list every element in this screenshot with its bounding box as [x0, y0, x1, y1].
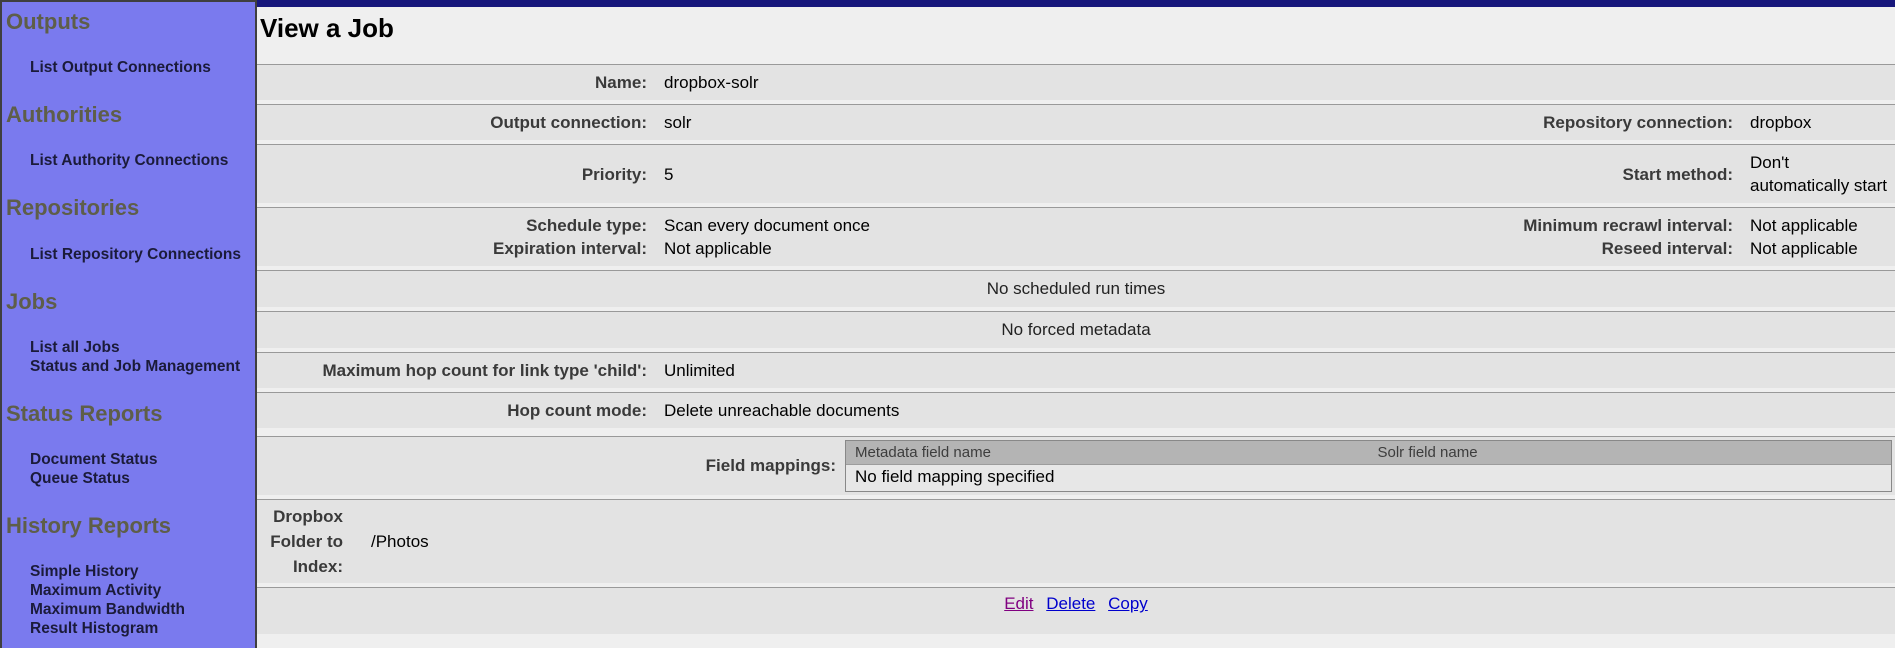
- row-priority: Priority: 5 Start method: Don't automati…: [257, 144, 1895, 203]
- navigation-sidebar: Outputs List Output Connections Authorit…: [0, 0, 257, 648]
- main-content: View a Job Name: dropbox-solr Output con…: [257, 7, 1895, 648]
- row-no-forced-metadata: No forced metadata: [257, 311, 1895, 348]
- nav-section-history-reports: History Reports Simple History Maximum A…: [2, 514, 255, 638]
- row-schedule: Schedule type: Expiration interval: Scan…: [257, 207, 1895, 266]
- page-title: View a Job: [260, 13, 1895, 44]
- row-dropbox-folder: Dropbox Folder to Index: /Photos: [257, 499, 1895, 583]
- nav-header-history-reports: History Reports: [6, 514, 255, 538]
- sidebar-item-list-authority-connections[interactable]: List Authority Connections: [30, 151, 255, 170]
- job-view-table: Name: dropbox-solr Output connection: so…: [257, 64, 1895, 634]
- nav-header-status-reports: Status Reports: [6, 402, 255, 426]
- nav-header-authorities: Authorities: [6, 103, 255, 127]
- sidebar-item-list-output-connections[interactable]: List Output Connections: [30, 58, 255, 77]
- min-recrawl-value: Not applicable: [1750, 214, 1891, 237]
- row-name: Name: dropbox-solr: [257, 64, 1895, 100]
- name-label: Name:: [257, 71, 647, 94]
- nav-section-status-reports: Status Reports Document Status Queue Sta…: [2, 402, 255, 488]
- nav-section-jobs: Jobs List all Jobs Status and Job Manage…: [2, 290, 255, 376]
- delete-link[interactable]: Delete: [1046, 594, 1095, 613]
- row-field-mappings: Field mappings: Metadata field name Solr…: [257, 436, 1895, 495]
- nav-header-repositories: Repositories: [6, 196, 255, 220]
- sidebar-item-list-all-jobs[interactable]: List all Jobs: [30, 338, 255, 357]
- row-hop-mode: Hop count mode: Delete unreachable docum…: [257, 392, 1895, 428]
- output-connection-label: Output connection:: [257, 111, 647, 134]
- recrawl-labels: Minimum recrawl interval: Reseed interva…: [1147, 214, 1733, 260]
- repository-connection-label: Repository connection:: [1147, 111, 1733, 134]
- sidebar-item-queue-status[interactable]: Queue Status: [30, 469, 255, 488]
- dropbox-folder-value: /Photos: [343, 532, 429, 552]
- field-mappings-table: Metadata field name Solr field name No f…: [845, 440, 1892, 492]
- sidebar-item-list-repository-connections[interactable]: List Repository Connections: [30, 245, 255, 264]
- nav-section-repositories: Repositories List Repository Connections: [2, 196, 255, 263]
- sidebar-item-maximum-activity[interactable]: Maximum Activity: [30, 581, 255, 600]
- start-method-label: Start method:: [1147, 163, 1733, 186]
- nav-header-jobs: Jobs: [6, 290, 255, 314]
- no-schedule-message: No scheduled run times: [257, 277, 1895, 301]
- sidebar-item-result-histogram[interactable]: Result Histogram: [30, 619, 255, 638]
- field-mappings-label: Field mappings:: [257, 456, 845, 476]
- sidebar-item-simple-history[interactable]: Simple History: [30, 562, 255, 581]
- schedule-values: Scan every document once Not applicable: [647, 214, 1147, 260]
- recrawl-values: Not applicable Not applicable: [1733, 214, 1895, 260]
- sidebar-item-status-and-job-management[interactable]: Status and Job Management: [30, 357, 255, 376]
- solr-field-name-header: Solr field name: [1369, 441, 1892, 464]
- min-recrawl-label: Minimum recrawl interval:: [1147, 214, 1733, 237]
- schedule-type-value: Scan every document once: [664, 214, 1147, 237]
- row-no-schedule: No scheduled run times: [257, 270, 1895, 307]
- start-method-value: Don't automatically start: [1733, 151, 1895, 197]
- priority-label: Priority:: [257, 163, 647, 186]
- schedule-labels: Schedule type: Expiration interval:: [257, 214, 647, 260]
- reseed-interval-label: Reseed interval:: [1147, 237, 1733, 260]
- row-actions: Edit Delete Copy: [257, 587, 1895, 634]
- row-hop-count: Maximum hop count for link type 'child':…: [257, 352, 1895, 388]
- metadata-field-name-header: Metadata field name: [846, 441, 1369, 464]
- repository-connection-value: dropbox: [1733, 111, 1895, 134]
- name-value: dropbox-solr: [647, 71, 1147, 94]
- row-connections: Output connection: solr Repository conne…: [257, 104, 1895, 140]
- top-accent-bar: [257, 0, 1895, 7]
- edit-link[interactable]: Edit: [1004, 594, 1033, 613]
- no-field-mapping-message: No field mapping specified: [846, 465, 1891, 491]
- nav-section-outputs: Outputs List Output Connections: [2, 10, 255, 77]
- dropbox-folder-label: Dropbox Folder to Index:: [257, 504, 343, 579]
- hop-mode-value: Delete unreachable documents: [647, 399, 1147, 422]
- copy-link[interactable]: Copy: [1108, 594, 1148, 613]
- field-mappings-header: Metadata field name Solr field name: [846, 441, 1891, 465]
- priority-value: 5: [647, 163, 1147, 186]
- reseed-interval-value: Not applicable: [1750, 237, 1891, 260]
- schedule-type-label: Schedule type:: [257, 214, 647, 237]
- hop-count-label: Maximum hop count for link type 'child':: [257, 359, 647, 382]
- no-forced-metadata-message: No forced metadata: [257, 318, 1895, 342]
- sidebar-item-document-status[interactable]: Document Status: [30, 450, 255, 469]
- nav-section-authorities: Authorities List Authority Connections: [2, 103, 255, 170]
- nav-header-outputs: Outputs: [6, 10, 255, 34]
- hop-mode-label: Hop count mode:: [257, 399, 647, 422]
- hop-count-value: Unlimited: [647, 359, 1147, 382]
- sidebar-item-maximum-bandwidth[interactable]: Maximum Bandwidth: [30, 600, 255, 619]
- expiration-interval-label: Expiration interval:: [257, 237, 647, 260]
- expiration-interval-value: Not applicable: [664, 237, 1147, 260]
- output-connection-value: solr: [647, 111, 1147, 134]
